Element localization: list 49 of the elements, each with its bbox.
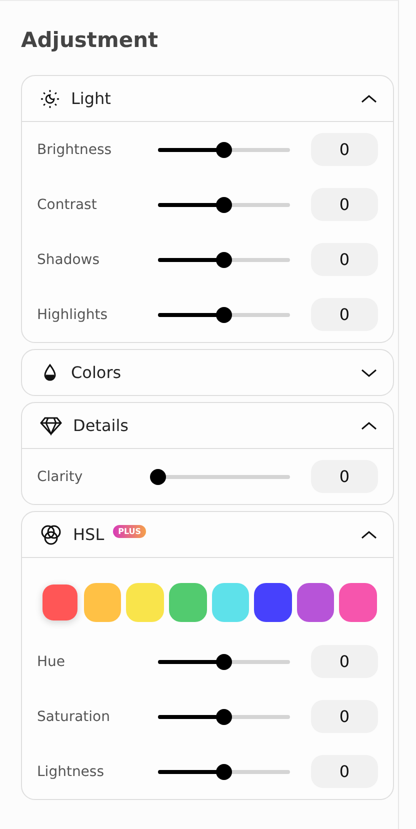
slider-label: Lightness <box>37 764 106 780</box>
diamond-icon <box>40 416 62 436</box>
section-header[interactable]: Details <box>22 403 393 449</box>
value-field[interactable]: 0 <box>311 243 378 276</box>
slider-label: Contrast <box>37 196 98 212</box>
color-swatch[interactable] <box>84 583 122 622</box>
slider-label: Shadows <box>37 252 101 268</box>
section-title: Light <box>71 89 111 108</box>
slider-thumb[interactable] <box>216 196 232 212</box>
value-field[interactable]: 0 <box>311 298 378 331</box>
slider-thumb[interactable] <box>150 468 166 484</box>
slider-thumb[interactable] <box>216 764 232 780</box>
slider-thumb[interactable] <box>216 142 232 158</box>
chevron-icon <box>361 94 377 104</box>
color-swatch[interactable] <box>254 583 292 622</box>
slider-label: Brightness <box>37 142 113 158</box>
slider-label: Clarity <box>37 468 84 484</box>
slider-label: Highlights <box>37 306 108 322</box>
slider-thumb[interactable] <box>216 654 232 670</box>
chevron-icon <box>361 530 377 540</box>
chevron-icon <box>361 420 377 430</box>
section-title: Colors <box>71 363 122 382</box>
value-field[interactable]: 0 <box>311 460 378 493</box>
section-header[interactable]: Colors <box>22 350 393 395</box>
chevron-icon <box>361 368 377 378</box>
slider-thumb[interactable] <box>216 306 232 322</box>
value-field[interactable]: 0 <box>311 700 378 733</box>
section-header[interactable]: HSL PLUS <box>22 512 393 558</box>
value-field[interactable]: 0 <box>311 133 378 166</box>
slider-label: Saturation <box>37 708 111 724</box>
section-title: HSL <box>73 525 104 544</box>
color-swatch[interactable] <box>212 583 250 622</box>
section-title: Details <box>73 416 128 435</box>
color-swatch[interactable] <box>168 583 206 622</box>
circles-icon <box>40 524 62 546</box>
color-swatch[interactable] <box>126 583 164 622</box>
color-swatch[interactable] <box>339 583 377 622</box>
plus-badge: PLUS <box>113 525 146 538</box>
slider-label: Hue <box>37 654 66 670</box>
section-header[interactable]: Light <box>22 76 393 122</box>
color-swatch[interactable] <box>42 584 78 620</box>
slider-thumb[interactable] <box>216 252 232 268</box>
panel-title: Adjustment <box>21 27 160 54</box>
value-field[interactable]: 0 <box>311 645 378 678</box>
value-field[interactable]: 0 <box>311 755 378 788</box>
value-field[interactable]: 0 <box>311 188 378 221</box>
color-swatch[interactable] <box>296 583 334 622</box>
slider-thumb[interactable] <box>216 708 232 724</box>
sun-icon <box>40 88 60 108</box>
